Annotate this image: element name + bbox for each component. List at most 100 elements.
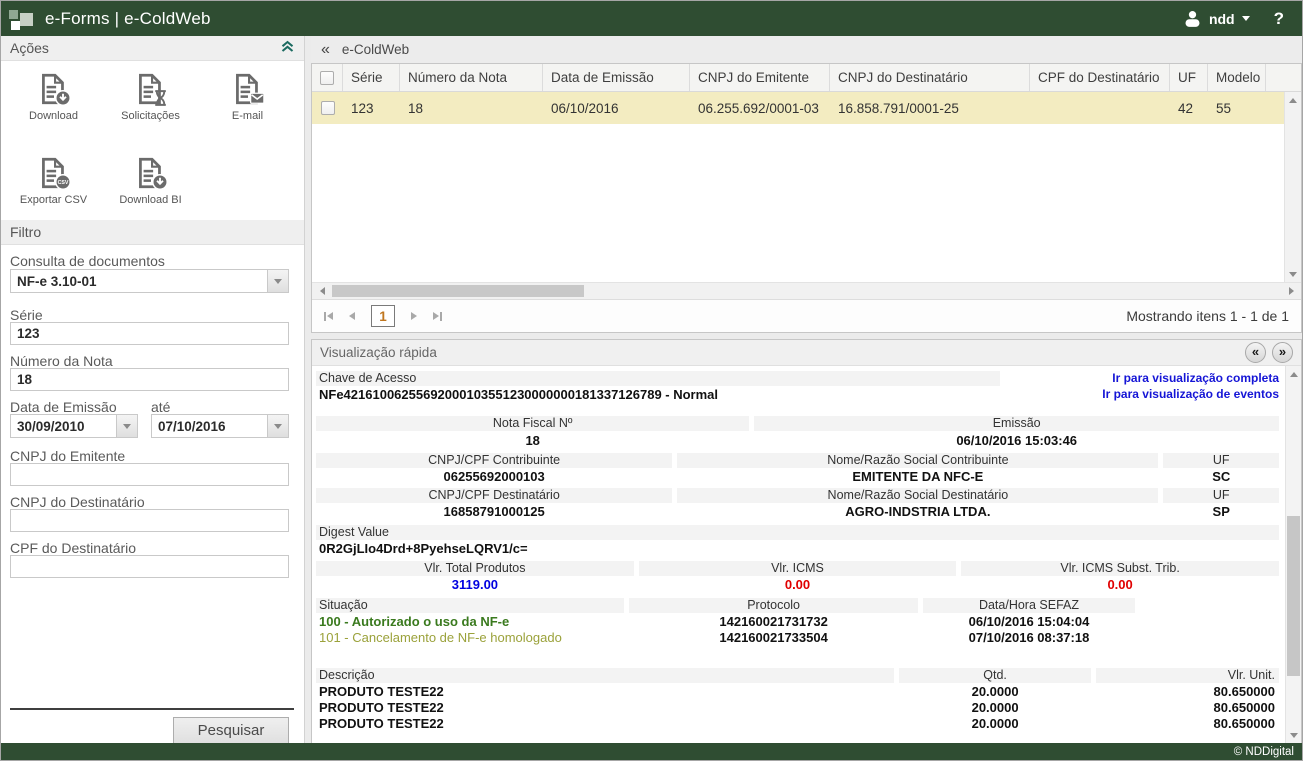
cnpj-emitente-label: CNPJ do Emitente (10, 448, 125, 464)
numero-nota-label: Número da Nota (10, 353, 113, 369)
column-header-numero[interactable]: Número da Nota (400, 64, 543, 91)
scroll-right-icon[interactable] (1283, 283, 1299, 299)
numero-nota-input[interactable] (10, 368, 289, 391)
collapse-sidebar-icon[interactable]: « (321, 40, 330, 60)
collapse-panel-icon[interactable] (280, 40, 295, 56)
previous-document-button[interactable]: « (1245, 342, 1266, 363)
cpf-destinatario-input[interactable] (10, 555, 289, 578)
column-header-serie[interactable]: Série (343, 64, 400, 91)
pesquisar-button[interactable]: Pesquisar (173, 717, 289, 744)
next-page-button[interactable] (411, 312, 417, 320)
evento-data: 07/10/2016 08:37:18 (923, 630, 1135, 645)
cnpj-destinatario-input[interactable] (10, 509, 289, 532)
top-bar: e-Forms | e-ColdWeb ndd ? (1, 1, 1302, 36)
app-title: e-Forms | e-ColdWeb (45, 9, 211, 29)
next-document-button[interactable]: » (1272, 342, 1293, 363)
cell-serie: 123 (343, 92, 400, 124)
quick-view-panel: Visualização rápida « » Chave de Acesso … (311, 339, 1302, 744)
column-header-data-emissao[interactable]: Data de Emissão (543, 64, 690, 91)
consulta-value: NF-e 3.10-01 (11, 274, 267, 289)
cell-cpf-destinatario (1030, 92, 1170, 124)
vertical-scroll-thumb[interactable] (1287, 516, 1300, 676)
action-label: Solicitações (121, 110, 180, 122)
tab-ecoldweb[interactable]: e-ColdWeb (342, 42, 409, 57)
link-visualizacao-completa[interactable]: Ir para visualização completa (1112, 371, 1279, 386)
chevron-down-icon (1242, 16, 1250, 21)
svg-text:CSV: CSV (57, 180, 68, 186)
action-label: Download (29, 110, 78, 122)
grid-pager: 1 Mostrando itens 1 - 1 de 1 (312, 299, 1301, 332)
column-header-cnpj-destinatario[interactable]: CNPJ do Destinatário (830, 64, 1030, 91)
table-row[interactable]: 123 18 06/10/2016 06.255.692/0001-03 16.… (312, 92, 1284, 124)
cnpj-destinatario-value: 16858791000125 (316, 504, 672, 519)
chave-acesso-value: NFe4216100625569200010355123000000018133… (316, 387, 718, 402)
produto-descricao: PRODUTO TESTE22 (316, 700, 894, 715)
user-menu[interactable]: ndd (1183, 9, 1250, 28)
column-header-uf[interactable]: UF (1170, 64, 1208, 91)
link-visualizacao-eventos[interactable]: Ir para visualização de eventos (1102, 387, 1279, 402)
row-checkbox[interactable] (321, 101, 335, 115)
grid-horizontal-scrollbar[interactable] (312, 282, 1301, 299)
qtd-label: Qtd. (899, 668, 1092, 683)
previous-page-button[interactable] (349, 312, 355, 320)
uf-contribuinte-value: SC (1163, 469, 1279, 484)
column-header-cnpj-emitente[interactable]: CNPJ do Emitente (690, 64, 830, 91)
help-button[interactable]: ? (1274, 9, 1284, 29)
chave-acesso-label: Chave de Acesso (316, 371, 1000, 386)
data-inicio-picker[interactable]: 30/09/2010 (10, 414, 138, 438)
grid-vertical-scrollbar[interactable] (1284, 92, 1301, 282)
nota-fiscal-label: Nota Fiscal Nº (316, 416, 749, 431)
scroll-up-icon[interactable] (1285, 92, 1301, 108)
select-all-checkbox[interactable] (320, 71, 334, 85)
uf-destinatario-label: UF (1163, 488, 1279, 503)
scroll-down-icon[interactable] (1285, 266, 1301, 282)
cnpj-emitente-input[interactable] (10, 463, 289, 486)
chevron-down-icon (274, 424, 282, 429)
produto-row: PRODUTO TESTE22 20.0000 80.650000 (316, 716, 1279, 731)
produto-qtd: 20.0000 (899, 700, 1092, 715)
nome-destinatario-value: AGRO-INDSTRIA LTDA. (677, 504, 1158, 519)
serie-input[interactable] (10, 322, 289, 345)
pager-status: Mostrando itens 1 - 1 de 1 (1126, 308, 1289, 324)
horizontal-scroll-thumb[interactable] (332, 285, 584, 297)
form-separator (10, 708, 294, 710)
scroll-up-icon[interactable] (1286, 366, 1301, 382)
cell-uf: 42 (1170, 92, 1208, 124)
data-inicio-trigger[interactable] (116, 415, 137, 437)
cell-cnpj-emitente: 06.255.692/0001-03 (690, 92, 830, 124)
consulta-dropdown-trigger[interactable] (267, 270, 288, 292)
emissao-label: Emissão (754, 416, 1279, 431)
data-emissao-label: Data de Emissão (10, 399, 117, 415)
app-window: e-Forms | e-ColdWeb ndd ? Ações (0, 0, 1303, 761)
first-page-button[interactable] (324, 312, 333, 321)
emissao-value: 06/10/2016 15:03:46 (754, 433, 1279, 448)
cnpj-contribuinte-label: CNPJ/CPF Contribuinte (316, 453, 672, 468)
evento-situacao: 101 - Cancelamento de NF-e homologado (316, 630, 624, 645)
vlr-icms-st-value: 0.00 (961, 577, 1279, 592)
data-inicio-value: 30/09/2010 (11, 419, 116, 434)
action-label: Download BI (119, 194, 181, 206)
tab-strip: « e-ColdWeb (311, 36, 1302, 63)
filter-panel-header: Filtro (1, 220, 304, 245)
data-fim-picker[interactable]: 07/10/2016 (151, 414, 289, 438)
quick-view-vertical-scrollbar[interactable] (1285, 366, 1301, 743)
last-page-button[interactable] (433, 312, 442, 321)
cpf-destinatario-label: CPF do Destinatário (10, 540, 136, 556)
data-fim-trigger[interactable] (267, 415, 288, 437)
consulta-select[interactable]: NF-e 3.10-01 (10, 269, 289, 293)
page-number-box[interactable]: 1 (371, 305, 395, 327)
nome-destinatario-label: Nome/Razão Social Destinatário (677, 488, 1158, 503)
actions-toolbar: Download Solicitações (1, 61, 304, 239)
footer-bar: © NDDigital (1, 743, 1302, 760)
produto-qtd: 20.0000 (899, 684, 1092, 699)
column-header-cpf-destinatario[interactable]: CPF do Destinatário (1030, 64, 1170, 91)
scroll-down-icon[interactable] (1286, 727, 1301, 743)
vlr-total-value: 3119.00 (316, 577, 634, 592)
column-header-modelo[interactable]: Modelo (1208, 64, 1266, 91)
download-button[interactable]: Download (5, 71, 102, 147)
solicitacoes-button[interactable]: Solicitações (102, 71, 199, 147)
scroll-left-icon[interactable] (314, 283, 330, 299)
email-button[interactable]: E-mail (199, 71, 296, 147)
quick-view-header: Visualização rápida « » (312, 340, 1301, 366)
evento-protocolo: 142160021733504 (629, 630, 918, 645)
